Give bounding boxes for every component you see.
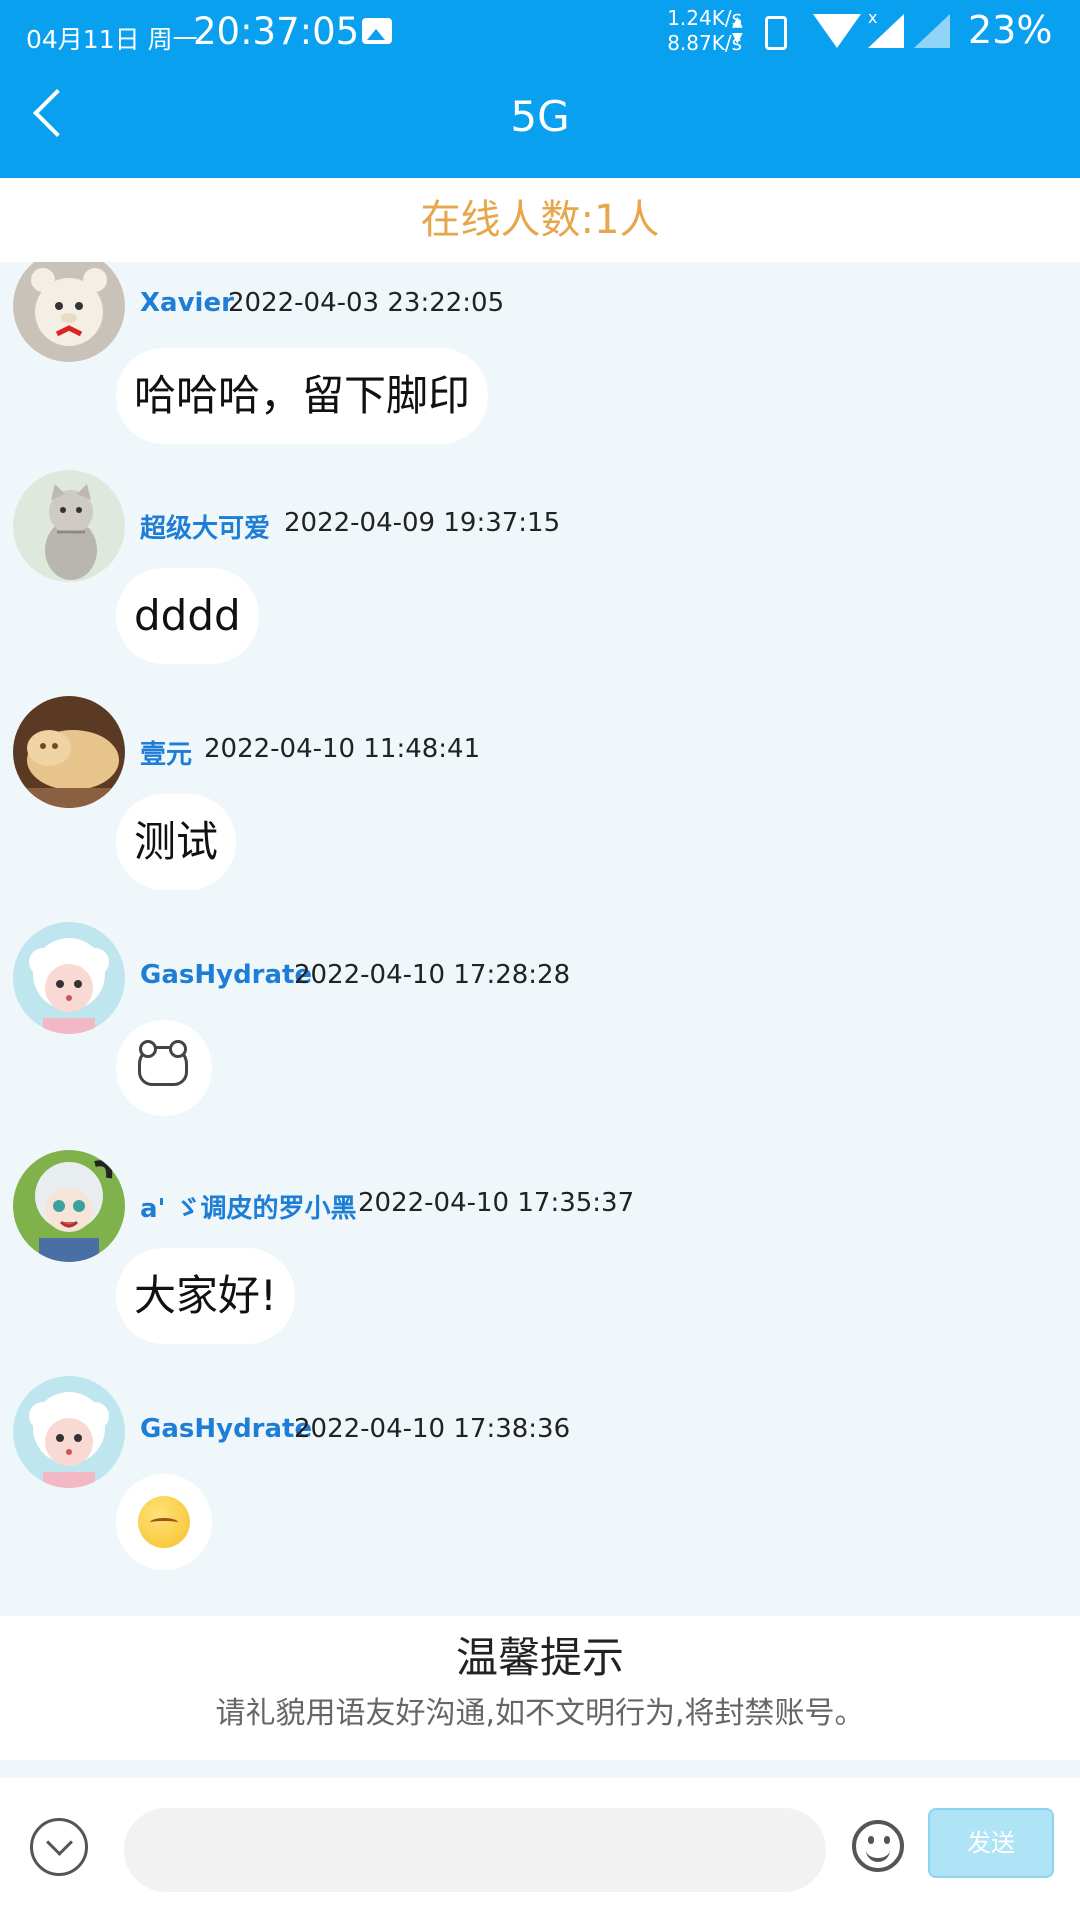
signal-icon	[868, 14, 904, 48]
status-date: 04月11日 周一	[26, 25, 198, 54]
status-bar: 04月11日 周一 20:37:05 1.24K/s 8.87K/s ▲ ▼ x …	[0, 0, 1080, 66]
message-username[interactable]: 壹元	[140, 734, 192, 771]
message-username[interactable]: Xavier	[140, 288, 234, 318]
chevron-down-icon[interactable]	[30, 1818, 88, 1876]
send-button[interactable]: 发送	[928, 1808, 1054, 1878]
shy-face-emoji[interactable]	[116, 1474, 212, 1570]
chat-list[interactable]: Xavier 2022-04-03 23:22:05 哈哈哈，留下脚印 超级大可…	[0, 262, 1080, 1616]
message-timestamp: 2022-04-10 11:48:41	[204, 734, 481, 764]
battery-level: 23%	[968, 8, 1053, 52]
emoji-face-icon	[138, 1496, 190, 1548]
image-notification-icon	[362, 18, 392, 44]
status-time: 20:37:05	[193, 10, 360, 53]
message-username[interactable]: a' ゞ调皮的罗小黑	[140, 1188, 357, 1225]
message-timestamp: 2022-04-09 19:37:15	[284, 508, 561, 538]
message-username[interactable]: GasHydrate	[140, 960, 312, 990]
message-timestamp: 2022-04-10 17:35:37	[358, 1188, 635, 1218]
message-username[interactable]: GasHydrate	[140, 1414, 312, 1444]
emoji-icon[interactable]	[852, 1820, 904, 1872]
message-bubble[interactable]: 大家好!	[116, 1248, 295, 1344]
message-timestamp: 2022-04-03 23:22:05	[228, 288, 505, 318]
teddy-bear-avatar[interactable]	[13, 262, 125, 362]
message-bubble[interactable]: dddd	[116, 568, 259, 664]
cat-avatar[interactable]	[13, 470, 125, 582]
cat-lying-avatar[interactable]	[13, 696, 125, 808]
vibrate-icon	[765, 16, 787, 50]
network-speed: 1.24K/s 8.87K/s	[652, 6, 742, 56]
message-timestamp: 2022-04-10 17:28:28	[294, 960, 571, 990]
wifi-icon	[813, 14, 861, 48]
signal-2-icon	[914, 14, 950, 48]
emoji-eye-left	[868, 1836, 874, 1844]
emoji-mouth	[866, 1846, 890, 1862]
cartoon-character-avatar[interactable]	[13, 1150, 125, 1262]
message-bubble[interactable]: 测试	[116, 794, 237, 890]
message-input-bar: 发送	[0, 1778, 1080, 1920]
message-timestamp: 2022-04-10 17:38:36	[294, 1414, 571, 1444]
sheep-cartoon-avatar[interactable]	[13, 1376, 125, 1488]
data-arrows-icon: ▲ ▼	[732, 14, 743, 46]
notice-text: 请礼貌用语友好沟通,如不文明行为,将封禁账号。	[215, 1696, 865, 1731]
notice-title: 温馨提示	[455, 1633, 624, 1682]
notice-panel: 温馨提示 请礼貌用语友好沟通,如不文明行为,将封禁账号。	[0, 1616, 1080, 1760]
top-bar: 04月11日 周一 20:37:05 1.24K/s 8.87K/s ▲ ▼ x …	[0, 0, 1080, 178]
bear-face-icon	[138, 1040, 188, 1086]
online-count: 在线人数:1人	[0, 178, 1080, 262]
bear-sticker[interactable]	[116, 1020, 212, 1116]
message-bubble[interactable]: 哈哈哈，留下脚印	[116, 348, 489, 444]
download-speed: 8.87K/s	[667, 31, 742, 55]
emoji-eye-right	[884, 1836, 890, 1844]
message-input[interactable]	[124, 1808, 826, 1892]
sheep-cartoon-avatar[interactable]	[13, 922, 125, 1034]
upload-speed: 1.24K/s	[667, 6, 742, 30]
message-username[interactable]: 超级大可爱	[140, 508, 270, 545]
page-title: 5G	[510, 92, 570, 141]
